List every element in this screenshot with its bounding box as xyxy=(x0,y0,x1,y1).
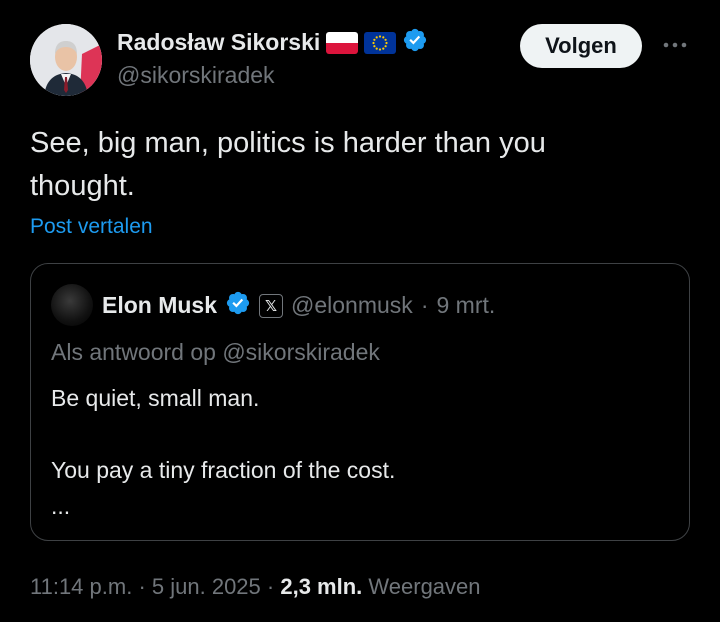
flag-poland-icon xyxy=(326,31,359,54)
reply-context: Als antwoord op @sikorskiradek xyxy=(51,339,380,365)
tweet-text: See, big man, politics is harder than yo… xyxy=(30,122,680,208)
translate-post-link[interactable]: Post vertalen xyxy=(30,215,153,239)
quoted-text: Be quiet, small man. You pay a tiny frac… xyxy=(51,380,395,524)
views-label: Weergaven xyxy=(368,574,481,599)
quoted-author-name[interactable]: Elon Musk xyxy=(102,292,217,319)
x-affiliation-icon: 𝕏 xyxy=(259,293,284,318)
avatar-image xyxy=(30,24,102,96)
author-name-row: Radosław Sikorski xyxy=(117,27,428,58)
verified-badge-icon xyxy=(225,290,251,321)
more-options-icon[interactable] xyxy=(660,30,690,60)
quoted-text-line: You pay a tiny fraction of the cost. xyxy=(51,457,396,483)
follow-button[interactable]: Volgen xyxy=(520,24,642,68)
truncation-ellipsis: ... xyxy=(51,493,71,519)
tweet-text-line: See, big man, politics is harder than yo… xyxy=(30,127,546,159)
author-avatar[interactable] xyxy=(30,24,102,96)
quoted-author-handle: @elonmusk xyxy=(291,292,413,318)
tweet-text-line: thought. xyxy=(30,170,135,202)
quoted-text-line: Be quiet, small man. xyxy=(51,385,260,411)
quoted-date[interactable]: 9 mrt. xyxy=(436,292,495,319)
author-name[interactable]: Radosław Sikorski xyxy=(117,29,320,56)
views-count: 2,3 mln. xyxy=(280,574,363,599)
tweet-footer: 11:14 p.m. · 5 jun. 2025 · 2,3 mln. Weer… xyxy=(30,574,481,600)
post-date[interactable]: 5 jun. 2025 xyxy=(152,574,261,599)
quoted-tweet[interactable]: Elon Musk 𝕏 @elonmusk · 9 mrt. Als antwo… xyxy=(30,263,690,541)
verified-badge-icon[interactable] xyxy=(402,27,428,58)
meta-separator: · xyxy=(266,574,275,599)
post-time[interactable]: 11:14 p.m. xyxy=(30,574,132,599)
meta-separator: · xyxy=(420,292,429,318)
author-handle[interactable]: @sikorskiradek xyxy=(117,62,275,89)
quoted-author-avatar[interactable] xyxy=(51,284,93,326)
meta-separator: · xyxy=(138,574,146,599)
flag-eu-icon xyxy=(364,31,397,54)
quoted-author-row: Elon Musk 𝕏 @elonmusk · 9 mrt. xyxy=(102,290,495,321)
